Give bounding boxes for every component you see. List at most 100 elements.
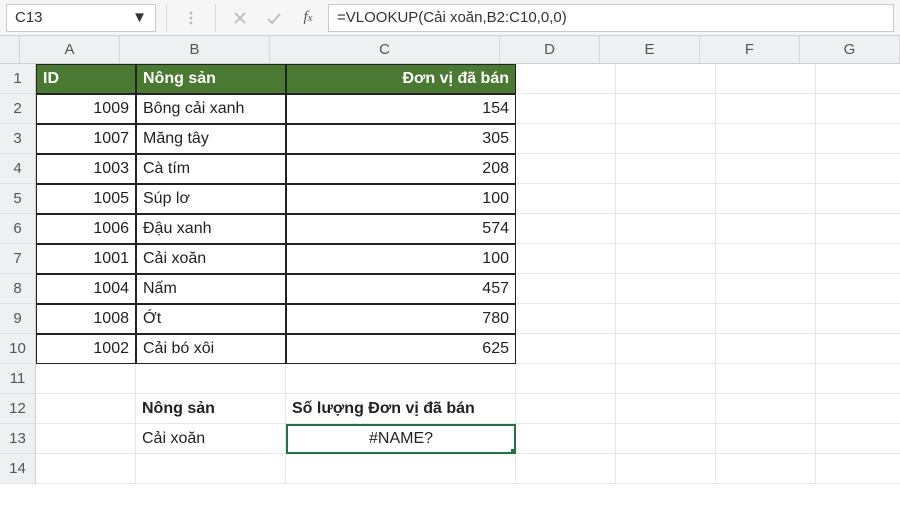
cell[interactable] [816, 214, 900, 244]
cell[interactable] [716, 304, 816, 334]
col-head[interactable]: E [600, 36, 700, 64]
cell[interactable] [516, 214, 616, 244]
cell[interactable] [136, 364, 286, 394]
cell[interactable] [616, 154, 716, 184]
cell-donvi[interactable]: 574 [286, 214, 516, 244]
col-head[interactable]: F [700, 36, 800, 64]
cell[interactable] [816, 154, 900, 184]
row-head[interactable]: 4 [0, 154, 36, 184]
cell[interactable] [616, 274, 716, 304]
cell[interactable] [516, 184, 616, 214]
cell-id[interactable]: 1006 [36, 214, 136, 244]
cell[interactable] [616, 244, 716, 274]
cell[interactable] [516, 394, 616, 424]
cell[interactable] [616, 94, 716, 124]
cell[interactable] [516, 334, 616, 364]
cell[interactable] [716, 124, 816, 154]
cell[interactable] [616, 454, 716, 484]
fx-icon[interactable]: fx [294, 4, 322, 32]
row-head[interactable]: 7 [0, 244, 36, 274]
cell-header-nongsan[interactable]: Nông sản [136, 64, 286, 94]
cell[interactable] [36, 394, 136, 424]
cell[interactable] [36, 424, 136, 454]
cell[interactable] [286, 364, 516, 394]
cell[interactable] [816, 184, 900, 214]
cell-nongsan[interactable]: Cải bó xôi [136, 334, 286, 364]
cell[interactable] [616, 184, 716, 214]
cell[interactable] [136, 454, 286, 484]
lookup-label-soluong[interactable]: Số lượng Đơn vị đã bán [286, 394, 516, 424]
cell[interactable] [516, 454, 616, 484]
row-head[interactable]: 1 [0, 64, 36, 94]
cell-id[interactable]: 1002 [36, 334, 136, 364]
cell[interactable] [516, 364, 616, 394]
row-head[interactable]: 14 [0, 454, 36, 484]
cell-header-donvi[interactable]: Đơn vị đã bán [286, 64, 516, 94]
chevron-down-icon[interactable]: ▼ [132, 9, 147, 26]
cell[interactable] [616, 124, 716, 154]
cell[interactable] [716, 394, 816, 424]
cell[interactable] [516, 64, 616, 94]
cell[interactable] [716, 454, 816, 484]
row-head[interactable]: 9 [0, 304, 36, 334]
cell[interactable] [716, 274, 816, 304]
cell-id[interactable]: 1008 [36, 304, 136, 334]
cancel-icon[interactable] [226, 4, 254, 32]
cell[interactable] [716, 364, 816, 394]
cell-donvi[interactable]: 780 [286, 304, 516, 334]
cell-nongsan[interactable]: Măng tây [136, 124, 286, 154]
cell[interactable] [816, 244, 900, 274]
cell[interactable] [616, 304, 716, 334]
cell-donvi[interactable]: 100 [286, 184, 516, 214]
cell-id[interactable]: 1009 [36, 94, 136, 124]
cell-id[interactable]: 1007 [36, 124, 136, 154]
cell[interactable] [816, 454, 900, 484]
name-box[interactable]: C13 ▼ [6, 4, 156, 32]
row-head[interactable]: 2 [0, 94, 36, 124]
cell[interactable] [716, 244, 816, 274]
cell[interactable] [816, 124, 900, 154]
cell-nongsan[interactable]: Cà tím [136, 154, 286, 184]
enter-icon[interactable] [260, 4, 288, 32]
lookup-input-nongsan[interactable]: Cải xoăn [136, 424, 286, 454]
cell[interactable] [816, 364, 900, 394]
col-head[interactable]: D [500, 36, 600, 64]
cell[interactable] [516, 424, 616, 454]
row-head[interactable]: 5 [0, 184, 36, 214]
cell-donvi[interactable]: 457 [286, 274, 516, 304]
cell[interactable] [616, 64, 716, 94]
cell[interactable] [616, 394, 716, 424]
cell[interactable] [716, 184, 816, 214]
cell-donvi[interactable]: 625 [286, 334, 516, 364]
cell-nongsan[interactable]: Ớt [136, 304, 286, 334]
cell[interactable] [716, 94, 816, 124]
cell[interactable] [36, 454, 136, 484]
lookup-label-nongsan[interactable]: Nông sản [136, 394, 286, 424]
row-head[interactable]: 11 [0, 364, 36, 394]
cell[interactable] [36, 364, 136, 394]
cell[interactable] [286, 454, 516, 484]
cell-id[interactable]: 1003 [36, 154, 136, 184]
cell-donvi[interactable]: 154 [286, 94, 516, 124]
row-head[interactable]: 13 [0, 424, 36, 454]
cell[interactable] [816, 304, 900, 334]
dots-icon[interactable] [177, 4, 205, 32]
row-head[interactable]: 3 [0, 124, 36, 154]
cell-nongsan[interactable]: Súp lơ [136, 184, 286, 214]
cell[interactable] [816, 64, 900, 94]
cell-nongsan[interactable]: Bông cải xanh [136, 94, 286, 124]
cell[interactable] [616, 334, 716, 364]
cell[interactable] [716, 334, 816, 364]
cell[interactable] [716, 154, 816, 184]
cell-id[interactable]: 1005 [36, 184, 136, 214]
cell[interactable] [816, 94, 900, 124]
row-head[interactable]: 6 [0, 214, 36, 244]
cell[interactable] [616, 214, 716, 244]
cell[interactable] [516, 274, 616, 304]
cell-header-id[interactable]: ID [36, 64, 136, 94]
cell[interactable] [616, 364, 716, 394]
cell[interactable] [816, 334, 900, 364]
cell[interactable] [716, 64, 816, 94]
row-head[interactable]: 12 [0, 394, 36, 424]
formula-input[interactable]: =VLOOKUP(Cải xoăn,B2:C10,0,0) [328, 4, 894, 32]
